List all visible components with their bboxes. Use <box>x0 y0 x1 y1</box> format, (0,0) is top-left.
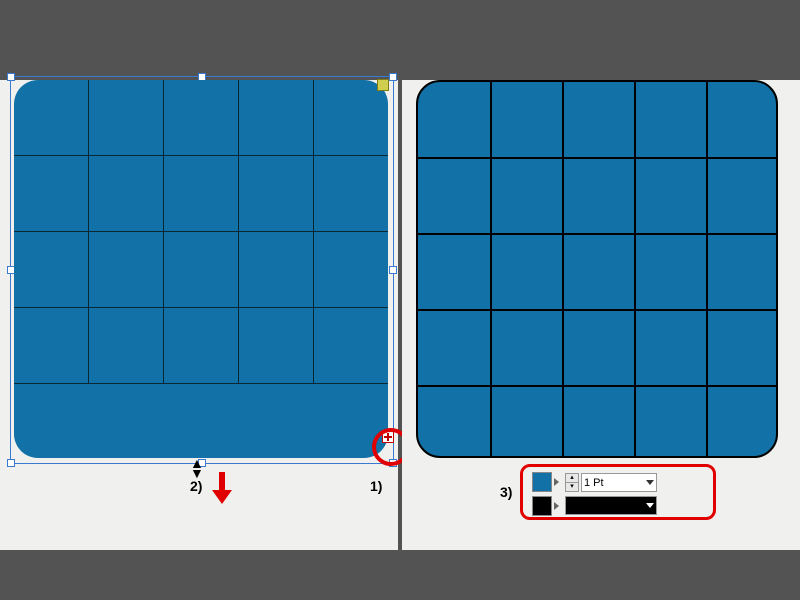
annotation-label-step2: 2) <box>190 478 202 494</box>
table-corner-control[interactable] <box>377 79 389 91</box>
annotation-label-step1: 1) <box>370 478 382 494</box>
resize-handle-rm[interactable] <box>389 266 397 274</box>
out-port-icon[interactable] <box>382 431 394 443</box>
stroke-weight-value: 1 Pt <box>584 477 604 489</box>
artboard-right[interactable]: ▴ ▾ 1 Pt 3) <box>402 80 800 550</box>
stroke-weight-down[interactable]: ▾ <box>566 483 578 491</box>
artboard-left[interactable]: ▲ ▼ 1) 2) <box>0 80 398 550</box>
table-object-left[interactable] <box>14 80 388 458</box>
stroke-swatch[interactable] <box>532 496 552 516</box>
annotation-arrow-step2 <box>212 472 232 504</box>
control-strip: ▴ ▾ 1 Pt <box>532 472 657 516</box>
document-window: ▲ ▼ 1) 2) <box>0 80 800 550</box>
resize-handle-bm[interactable] <box>198 459 206 467</box>
stroke-swatch-flyout-icon[interactable] <box>554 502 559 510</box>
resize-cursor-icon: ▲ ▼ <box>190 458 204 478</box>
resize-handle-br[interactable] <box>389 459 397 467</box>
dropdown-icon <box>646 503 654 508</box>
fill-swatch-flyout-icon[interactable] <box>554 478 559 486</box>
annotation-label-step3: 3) <box>500 484 512 500</box>
stroke-weight-combo[interactable]: 1 Pt <box>581 473 657 492</box>
stroke-weight-up[interactable]: ▴ <box>566 474 578 483</box>
stroke-weight-stepper[interactable]: ▴ ▾ <box>565 473 579 492</box>
fill-swatch[interactable] <box>532 472 552 492</box>
stroke-style-combo[interactable] <box>565 496 657 515</box>
table-object-right[interactable] <box>416 80 778 458</box>
resize-handle-bl[interactable] <box>7 459 15 467</box>
resize-handle-tl[interactable] <box>7 73 15 81</box>
dropdown-icon <box>646 480 654 485</box>
resize-handle-tr[interactable] <box>389 73 397 81</box>
